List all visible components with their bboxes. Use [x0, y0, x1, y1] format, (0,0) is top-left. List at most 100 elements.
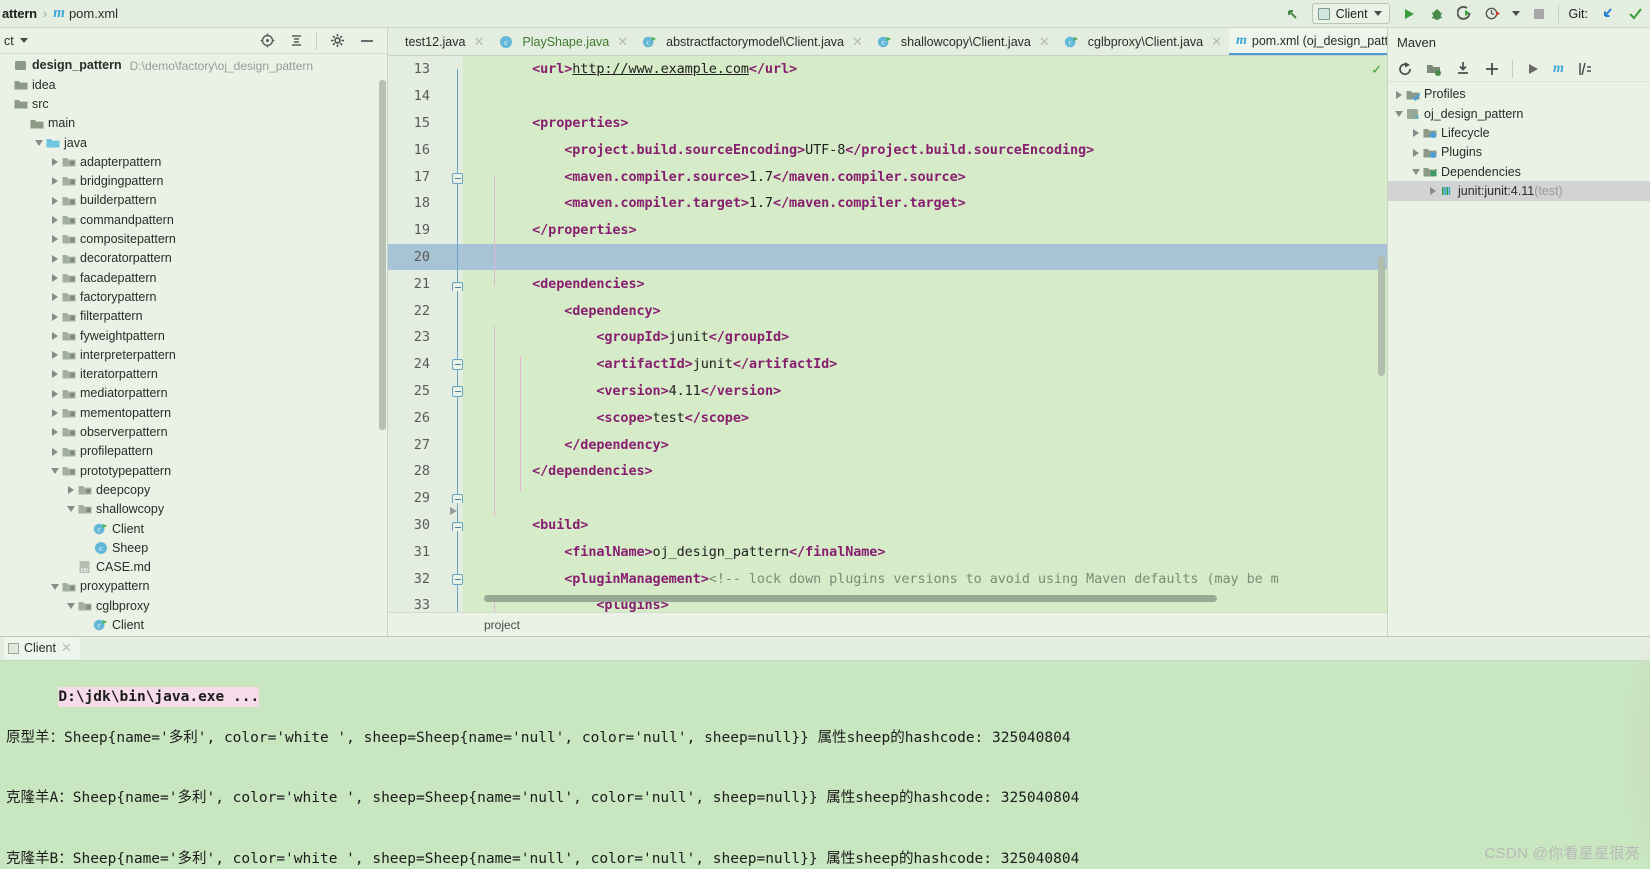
tree-item-main[interactable]: main — [0, 114, 387, 133]
code-line[interactable]: 29 — [388, 485, 1387, 512]
code-area[interactable]: 13 <url>http://www.example.com</url> 14 1… — [388, 56, 1387, 612]
chevron-right-icon[interactable] — [1426, 187, 1439, 196]
breadcrumb-project[interactable]: attern — [2, 6, 37, 21]
tree-item-commandpattern[interactable]: commandpattern — [0, 210, 387, 229]
fold-expand-icon[interactable] — [452, 494, 463, 503]
fold-collapse-icon[interactable] — [452, 359, 463, 370]
code-line[interactable]: 30 <build> — [388, 512, 1387, 539]
profiler-chevron-down-icon[interactable] — [1511, 11, 1520, 16]
git-commit-icon[interactable] — [1626, 5, 1644, 23]
tree-item-filterpattern[interactable]: filterpattern — [0, 307, 387, 326]
maven-tree-item-junit-junit-4-11[interactable]: junit:junit:4.11 (test) — [1388, 181, 1650, 201]
code-line[interactable]: 16 <project.build.sourceEncoding>UTF-8</… — [388, 136, 1387, 163]
maven-tree-item-plugins[interactable]: Plugins — [1388, 143, 1650, 162]
download-sources-icon[interactable] — [1454, 60, 1472, 78]
fold-collapse-icon[interactable] — [452, 386, 463, 397]
editor-tab-shallowcopy-client-java[interactable]: c shallowcopy\Client.java ✕ — [870, 28, 1057, 55]
hide-panel-icon[interactable] — [361, 39, 373, 42]
run-tab-client[interactable]: Client ✕ — [4, 638, 80, 659]
editor-vertical-scrollbar[interactable] — [1378, 256, 1385, 376]
breadcrumb-file[interactable]: pom.xml — [69, 6, 118, 21]
chevron-down-icon[interactable] — [64, 506, 77, 513]
tree-item-factorypattern[interactable]: factorypattern — [0, 288, 387, 307]
chevron-right-icon[interactable] — [48, 216, 61, 225]
maven-settings-icon[interactable]: m — [1553, 61, 1564, 77]
chevron-right-icon[interactable] — [48, 351, 61, 360]
chevron-right-icon[interactable] — [48, 158, 61, 167]
tree-item-interpreterpattern[interactable]: interpreterpattern — [0, 345, 387, 364]
toggle-offline-icon[interactable] — [1575, 60, 1593, 78]
tree-item-cglbproxy[interactable]: cglbproxy — [0, 596, 387, 615]
chevron-down-icon[interactable] — [1392, 110, 1405, 117]
run-with-coverage-icon[interactable] — [1456, 5, 1474, 23]
console-output[interactable]: D:\jdk\bin\java.exe ... 原型羊：Sheep{name='… — [0, 661, 1650, 869]
code-line[interactable]: 14 — [388, 83, 1387, 110]
project-tree-scrollbar[interactable] — [379, 80, 386, 430]
refresh-icon[interactable] — [1396, 60, 1414, 78]
tree-item-client[interactable]: c Client — [0, 616, 387, 635]
tree-item-shallowcopy[interactable]: shallowcopy — [0, 500, 387, 519]
editor-tab-playshape-java[interactable]: c PlayShape.java ✕ — [491, 28, 635, 55]
editor-tab-test12-java[interactable]: test12.java ✕ — [398, 28, 491, 55]
chevron-right-icon[interactable] — [48, 293, 61, 302]
tree-item-builderpattern[interactable]: builderpattern — [0, 191, 387, 210]
editor-tab-cglbproxy-client-java[interactable]: c cglbproxy\Client.java ✕ — [1057, 28, 1229, 55]
run-gutter-icon[interactable] — [450, 507, 457, 515]
chevron-right-icon[interactable] — [48, 389, 61, 398]
code-line[interactable]: 27 </dependency> — [388, 431, 1387, 458]
project-view-chevron-down-icon[interactable] — [19, 38, 28, 43]
code-line[interactable]: 20 — [388, 243, 1387, 271]
tree-item-compositepattern[interactable]: compositepattern — [0, 230, 387, 249]
editor-tab-pom-xml-oj-design-pattern-[interactable]: mpom.xml (oj_design_pattern)✕ — [1229, 28, 1387, 55]
tree-item-sheep[interactable]: c Sheep — [0, 538, 387, 557]
collapse-all-icon[interactable] — [287, 32, 305, 50]
tree-item-client[interactable]: c Client — [0, 519, 387, 538]
code-line[interactable]: 32 <pluginManagement><!-- lock down plug… — [388, 565, 1387, 592]
tree-item-proxypattern[interactable]: proxypattern — [0, 577, 387, 596]
code-line[interactable]: 24 <artifactId>junit</artifactId> — [388, 351, 1387, 378]
tree-item-prototypepattern[interactable]: prototypepattern — [0, 461, 387, 480]
tree-item-src[interactable]: src — [0, 95, 387, 114]
tree-item-deepcopy[interactable]: deepcopy — [0, 481, 387, 500]
code-line[interactable]: 25 <version>4.11</version> — [388, 378, 1387, 405]
tree-item-decoratorpattern[interactable]: decoratorpattern — [0, 249, 387, 268]
chevron-right-icon[interactable] — [48, 273, 61, 282]
fold-expand-icon[interactable] — [452, 282, 463, 291]
chevron-down-icon[interactable] — [48, 467, 61, 474]
chevron-right-icon[interactable] — [48, 177, 61, 186]
close-icon[interactable]: ✕ — [1211, 34, 1222, 50]
code-line[interactable]: 26 <scope>test</scope> — [388, 404, 1387, 431]
chevron-right-icon[interactable] — [48, 312, 61, 321]
code-line[interactable]: 21 <dependencies> — [388, 270, 1387, 297]
chevron-right-icon[interactable] — [1392, 90, 1405, 99]
maven-tree[interactable]: Profiles m oj_design_pattern Lifecycle Plugi… — [1388, 82, 1650, 636]
plus-icon[interactable] — [1483, 60, 1501, 78]
fold-expand-icon[interactable] — [452, 522, 463, 531]
tree-item-fyweightpattern[interactable]: fyweightpattern — [0, 326, 387, 345]
tree-item-bridgingpattern[interactable]: bridgingpattern — [0, 172, 387, 191]
chevron-right-icon[interactable] — [1409, 148, 1422, 157]
chevron-right-icon[interactable] — [48, 254, 61, 263]
code-line[interactable]: 15 <properties> — [388, 110, 1387, 137]
tree-item-iteratorpattern[interactable]: iteratorpattern — [0, 365, 387, 384]
code-line[interactable]: 28 </dependencies> — [388, 458, 1387, 485]
locate-icon[interactable] — [258, 32, 276, 50]
code-line[interactable]: 22 <dependency> — [388, 297, 1387, 324]
chevron-down-icon[interactable] — [32, 139, 45, 146]
editor-breadcrumb-project[interactable]: project — [484, 618, 520, 632]
chevron-right-icon[interactable] — [48, 428, 61, 437]
code-line[interactable]: 17 <maven.compiler.source>1.7</maven.com… — [388, 163, 1387, 190]
chevron-right-icon[interactable] — [48, 370, 61, 379]
code-line[interactable]: 23 <groupId>junit</groupId> — [388, 324, 1387, 351]
code-line[interactable]: 19 </properties> — [388, 217, 1387, 244]
chevron-down-icon[interactable] — [1409, 168, 1422, 175]
tree-item-profilepattern[interactable]: profilepattern — [0, 442, 387, 461]
chevron-down-icon[interactable] — [64, 602, 77, 609]
tree-item-observerpattern[interactable]: observerpattern — [0, 423, 387, 442]
debug-icon[interactable] — [1428, 5, 1446, 23]
chevron-right-icon[interactable] — [1409, 129, 1422, 138]
profiler-icon[interactable] — [1484, 5, 1502, 23]
code-line[interactable]: 18 <maven.compiler.target>1.7</maven.com… — [388, 190, 1387, 217]
git-update-icon[interactable] — [1598, 5, 1616, 23]
chevron-right-icon[interactable] — [48, 235, 61, 244]
